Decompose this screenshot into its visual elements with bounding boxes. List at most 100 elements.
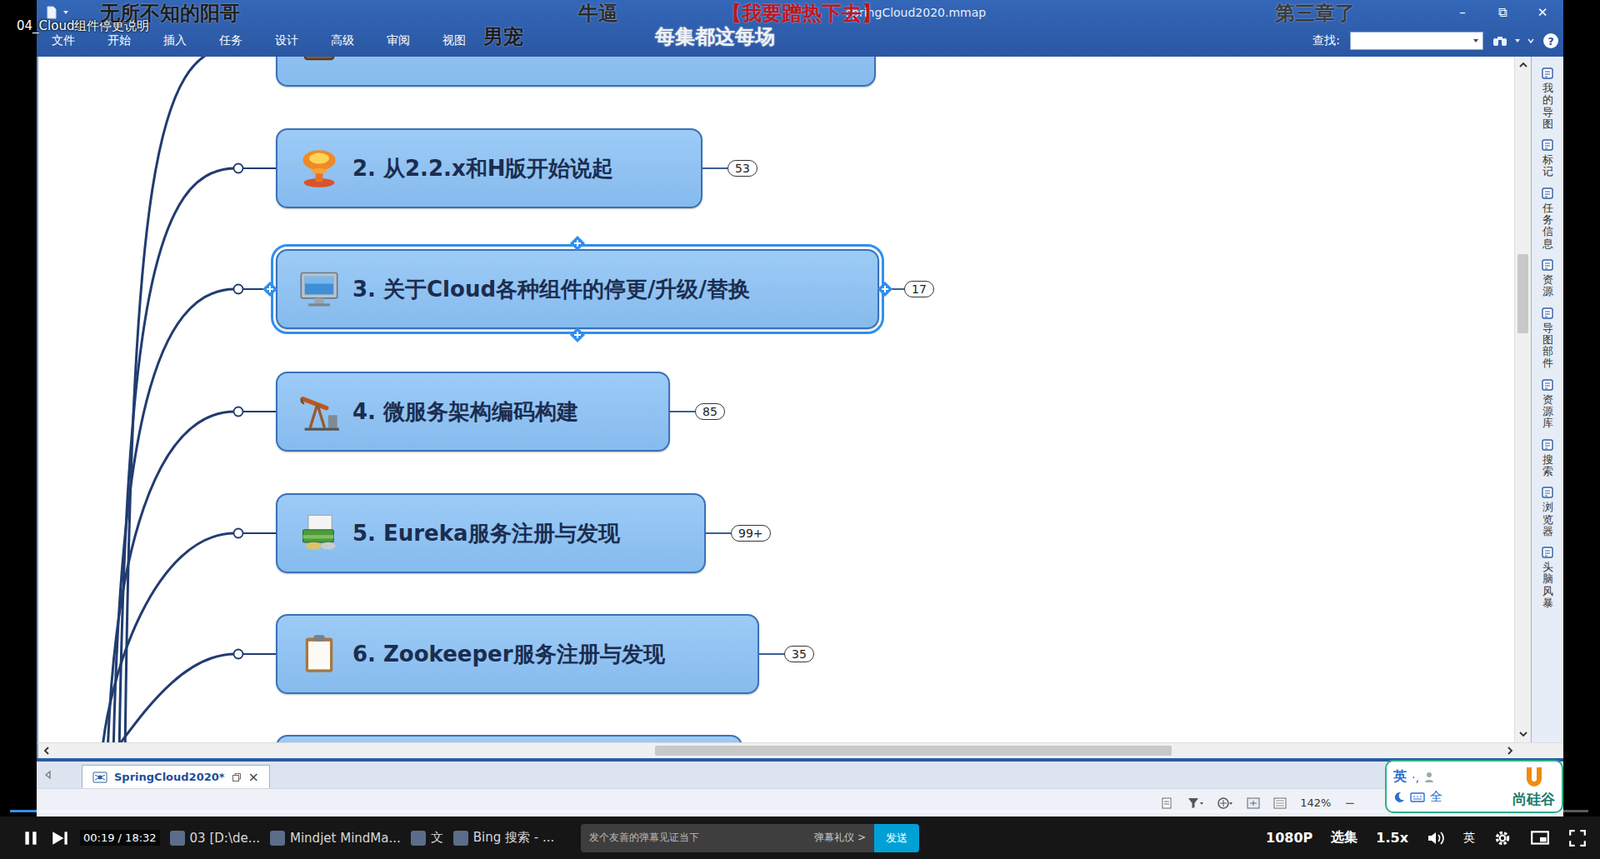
subtopic-count-badge[interactable]: 85	[695, 403, 725, 420]
zoom-level[interactable]: 142%	[1300, 796, 1331, 810]
speed-button[interactable]: 1.5x	[1375, 830, 1409, 846]
taskbar-label: 03 [D:\de...	[190, 830, 260, 846]
playback-time: 00:19 / 18:32	[80, 830, 160, 846]
new-document-icon[interactable]	[45, 5, 59, 20]
scroll-thumb[interactable]	[655, 745, 1172, 756]
topic-node: 3. 关于Cloud各种组件的停更/升级/替换 17	[275, 249, 935, 330]
scroll-right-icon[interactable]	[1505, 745, 1515, 756]
progress-bar[interactable]	[10, 810, 1589, 813]
vertical-scrollbar[interactable]	[1514, 56, 1531, 743]
dropdown-caret-icon[interactable]	[61, 8, 70, 17]
sidebar-panel-tab[interactable]: 搜索	[1540, 438, 1555, 479]
topic-box[interactable]: 3. 关于Cloud各种组件的停更/升级/替换	[275, 249, 880, 330]
tab-scroll-left-icon[interactable]	[43, 770, 54, 780]
taskbar-label: Mindjet MindMa...	[290, 830, 401, 846]
scroll-track[interactable]	[1515, 70, 1531, 730]
badge-connector	[759, 653, 785, 655]
collapse-ribbon-icon[interactable]	[1526, 36, 1535, 45]
tab-close-button[interactable]: ×	[248, 769, 260, 785]
page-view-icon[interactable]	[1160, 796, 1174, 810]
danmaku-etiquette-link[interactable]: 弹幕礼仪 >	[814, 830, 866, 845]
topic-node	[275, 56, 876, 87]
scroll-track[interactable]	[55, 743, 1502, 759]
video-taskbar-item: Bing 搜索 - ...	[453, 830, 555, 846]
outline-view-icon[interactable]	[1273, 796, 1287, 810]
dropdown-caret-icon[interactable]	[1471, 36, 1480, 45]
subtopic-count-badge[interactable]: 99+	[730, 525, 771, 542]
player-settings: 1080P 选集 1.5x 英	[1265, 829, 1587, 848]
document-tab[interactable]: SpringCloud2020*×	[81, 765, 270, 789]
panel-icon	[1540, 378, 1555, 392]
binoculars-icon[interactable]	[1491, 34, 1509, 48]
search-field[interactable]	[1350, 31, 1484, 50]
panel-icon	[1540, 66, 1555, 80]
float-tab-icon[interactable]	[231, 772, 242, 783]
menu-item[interactable]: 设计	[275, 33, 299, 49]
sidebar-panel-tab[interactable]: 任务信息	[1540, 186, 1555, 250]
scroll-thumb[interactable]	[1517, 254, 1529, 334]
window-control-button[interactable]: ⧉	[1493, 5, 1512, 20]
scroll-down-icon[interactable]	[1518, 729, 1529, 740]
sidebar-panel-tab[interactable]: 资源	[1540, 258, 1555, 299]
letterbox-right	[1563, 0, 1600, 817]
taskbar-label: Bing 搜索 - ...	[473, 830, 555, 846]
sidebar-panel-tab[interactable]: 浏览器	[1540, 485, 1555, 538]
menu-item[interactable]: 任务	[219, 33, 243, 49]
episodes-button[interactable]: 选集	[1330, 829, 1358, 847]
menu-item[interactable]: 高级	[330, 33, 355, 49]
window-control-button[interactable]: –	[1453, 5, 1472, 20]
badge-connector	[670, 410, 695, 413]
topic-box[interactable]	[275, 735, 743, 743]
badge-connector	[705, 532, 731, 535]
sidebar-panel-tab[interactable]: 标记	[1540, 138, 1555, 179]
topic-box[interactable]: 4. 微服务架构编码构建	[275, 371, 670, 452]
window-control-button[interactable]: ✕	[1533, 5, 1552, 20]
subtopic-count-badge[interactable]: 17	[904, 280, 935, 298]
fullscreen-icon[interactable]	[1568, 829, 1587, 848]
keyboard-icon	[1410, 792, 1425, 803]
menu-item[interactable]: 开始	[107, 33, 131, 49]
topic-box[interactable]: 5. Eureka服务注册与发现	[275, 493, 706, 574]
topic-box[interactable]: 6. Zookeeper服务注册与发现	[275, 614, 760, 695]
sidebar-panel-tab[interactable]: 导图部件	[1540, 306, 1555, 370]
app-icon	[170, 830, 185, 846]
badge-connector	[702, 167, 728, 170]
panel-icon	[1540, 258, 1555, 272]
picture-in-picture-icon[interactable]	[1530, 829, 1550, 848]
subtopic-count-badge[interactable]: 53	[727, 160, 758, 177]
subtopic-count-badge[interactable]: 35	[784, 645, 815, 663]
dropdown-caret-icon[interactable]	[1513, 36, 1522, 45]
menu-item[interactable]: 视图	[442, 33, 466, 49]
danmaku-input[interactable]: 发个友善的弹幕见证当下弹幕礼仪 >发送	[580, 824, 920, 853]
quality-button[interactable]: 1080P	[1265, 830, 1313, 846]
zoom-out-button[interactable]: −	[1344, 795, 1355, 811]
add-subtopic-handle-icon[interactable]	[876, 280, 894, 298]
map-view-icon[interactable]	[1246, 796, 1260, 810]
mindmap-canvas[interactable]: 2. 从2.2.x和H版开始说起 53 3. 关于Cloud各种组件的停更/升级/替…	[36, 56, 1515, 743]
topic-box[interactable]: 2. 从2.2.x和H版开始说起	[275, 128, 703, 209]
next-episode-icon[interactable]	[50, 829, 70, 848]
sidebar-panel-tab[interactable]: 资源库	[1540, 378, 1555, 430]
video-area[interactable]: springCloud2020.mmap–⧉✕文件开始插入任务设计高级审阅视图查…	[0, 0, 1600, 817]
scroll-up-icon[interactable]	[1518, 60, 1529, 70]
pause-icon[interactable]	[21, 829, 40, 848]
menu-item[interactable]: 文件	[51, 33, 75, 49]
send-button[interactable]: 发送	[874, 824, 920, 853]
settings-gear-icon[interactable]	[1493, 829, 1512, 848]
filter-icon[interactable]	[1186, 796, 1204, 810]
menu-item[interactable]: 插入	[163, 33, 187, 49]
sidebar-panel-tab[interactable]: 头脑风暴	[1540, 545, 1555, 610]
topic-box[interactable]	[275, 56, 876, 87]
focus-icon[interactable]	[1216, 796, 1234, 810]
sidebar-panel-tab[interactable]: 我的导图	[1540, 66, 1555, 130]
scroll-left-icon[interactable]	[41, 745, 52, 756]
help-button[interactable]: ?	[1543, 33, 1559, 49]
add-subtopic-handle-icon[interactable]	[569, 326, 586, 344]
horizontal-scrollbar[interactable]	[36, 742, 1564, 759]
volume-icon[interactable]	[1426, 830, 1445, 847]
subtitle-language-button[interactable]: 英	[1463, 830, 1475, 846]
add-subtopic-handle-icon[interactable]	[569, 235, 586, 252]
menu-item[interactable]: 审阅	[386, 33, 410, 49]
add-subtopic-handle-icon[interactable]	[261, 280, 279, 298]
danmaku-comment: 无所不知的阳哥	[100, 0, 240, 27]
